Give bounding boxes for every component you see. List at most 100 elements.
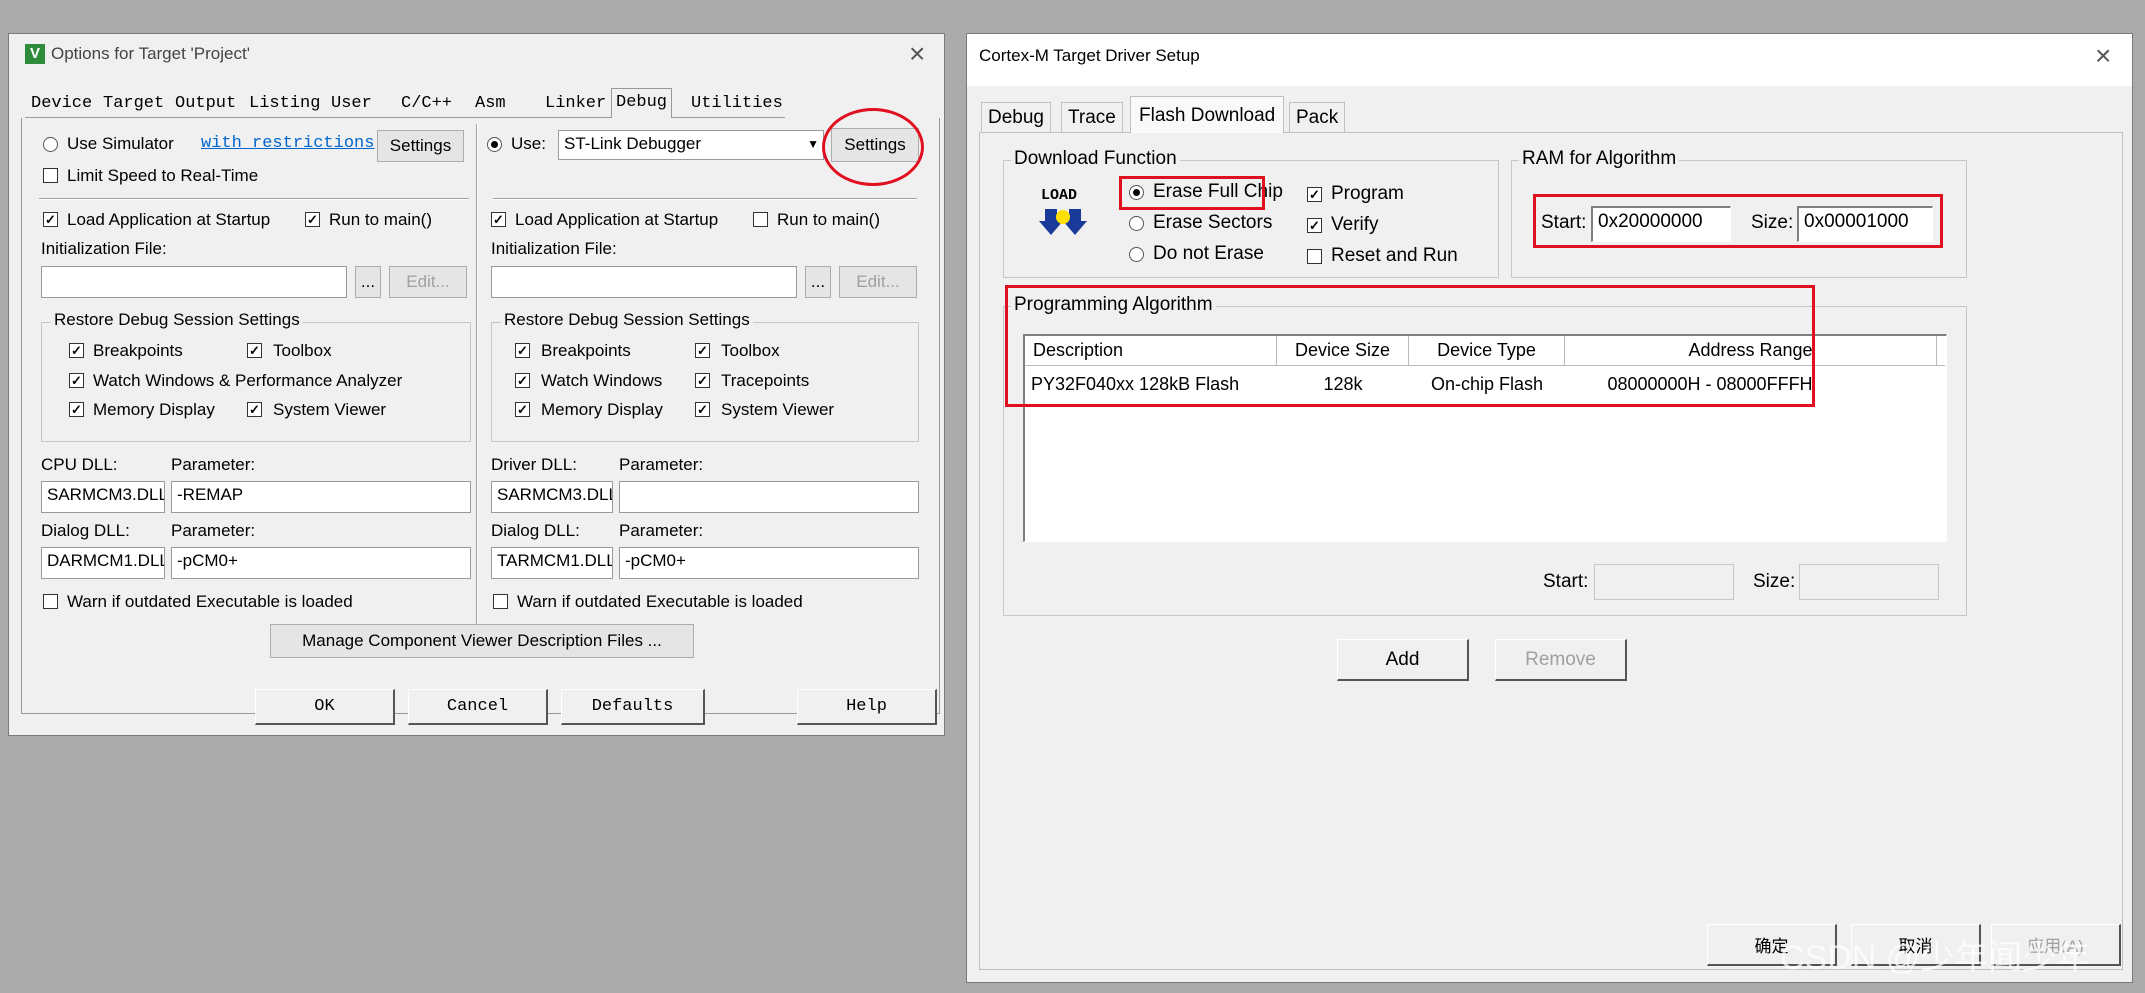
section-divider — [39, 198, 469, 200]
ok-button[interactable]: OK — [255, 689, 395, 725]
sim-load-app-checkbox[interactable]: ✓ — [43, 212, 58, 227]
erase-full-chip-highlight — [1119, 176, 1265, 210]
driver-param-input[interactable] — [619, 481, 919, 513]
sim-memory-label: Memory Display — [93, 400, 215, 419]
tgt-toolbox-checkbox[interactable]: ✓ — [695, 343, 710, 358]
tab-flash-download[interactable]: Flash Download — [1130, 96, 1285, 133]
simulator-settings-button[interactable]: Settings — [377, 130, 464, 162]
driver-dll-label: Driver DLL: — [491, 455, 577, 474]
tgt-edit-button: Edit... — [839, 266, 917, 298]
sim-init-file-input[interactable] — [41, 266, 347, 298]
settings-highlight-circle — [822, 108, 924, 186]
keil-logo-icon: V — [25, 44, 45, 64]
driver-dll-input[interactable]: SARMCM3.DLL — [491, 481, 613, 513]
tgt-browse-button[interactable]: ... — [805, 266, 831, 298]
sim-init-file-label: Initialization File: — [41, 239, 167, 258]
ram-highlight — [1533, 194, 1943, 248]
verify-label: Verify — [1331, 214, 1379, 235]
close-icon[interactable]: × — [909, 38, 925, 70]
tab-asm[interactable]: Asm — [471, 94, 510, 113]
tgt-breakpoints-label: Breakpoints — [541, 341, 631, 360]
tgt-warn-checkbox[interactable] — [493, 594, 508, 609]
sim-dialog-dll-label: Dialog DLL: — [41, 521, 130, 540]
tab-user[interactable]: User — [327, 94, 376, 113]
tab-linker[interactable]: Linker — [541, 94, 610, 113]
program-label: Program — [1331, 183, 1404, 204]
sim-breakpoints-checkbox[interactable]: ✓ — [69, 343, 84, 358]
tab-output[interactable]: Output — [171, 94, 240, 113]
tab-pack[interactable]: Pack — [1289, 102, 1346, 132]
cpu-param-input[interactable]: -REMAP — [171, 481, 471, 513]
close-icon[interactable]: × — [2095, 40, 2111, 72]
csdn-watermark: CSDN @少年闻少年 — [1780, 939, 2091, 977]
limit-speed-checkbox[interactable] — [43, 168, 58, 183]
sim-sysviewer-checkbox[interactable]: ✓ — [247, 402, 262, 417]
algo-size-label: Size: — [1753, 571, 1796, 592]
defaults-button[interactable]: Defaults — [561, 689, 705, 725]
program-checkbox[interactable]: ✓ — [1307, 187, 1322, 202]
use-target-radio[interactable] — [487, 137, 502, 152]
debugger-select[interactable]: ST-Link Debugger ▼ — [558, 130, 824, 160]
tgt-dialog-dll-label: Dialog DLL: — [491, 521, 580, 540]
sim-breakpoints-label: Breakpoints — [93, 341, 183, 360]
tab-device[interactable]: Device — [27, 94, 96, 113]
reset-run-checkbox[interactable] — [1307, 249, 1322, 264]
tgt-dialog-param-label: Parameter: — [619, 521, 704, 540]
tab-debug[interactable]: Debug — [611, 88, 673, 118]
options-for-target-dialog: V Options for Target 'Project' × Device … — [8, 33, 945, 736]
erase-sectors-label: Erase Sectors — [1153, 212, 1273, 233]
cpu-dll-input[interactable]: SARMCM3.DLL — [41, 481, 165, 513]
sim-dialog-dll-input[interactable]: DARMCM1.DLL — [41, 547, 165, 579]
tab-utilities[interactable]: Utilities — [687, 94, 787, 113]
tgt-init-file-input[interactable] — [491, 266, 797, 298]
cancel-button[interactable]: Cancel — [408, 689, 548, 725]
tgt-memory-checkbox[interactable]: ✓ — [515, 402, 530, 417]
sim-restore-title: Restore Debug Session Settings — [51, 310, 303, 330]
sim-browse-button[interactable]: ... — [355, 266, 381, 298]
tgt-tracepoints-label: Tracepoints — [721, 371, 810, 390]
verify-checkbox[interactable]: ✓ — [1307, 218, 1322, 233]
algo-start-input — [1594, 564, 1734, 600]
tgt-sysviewer-checkbox[interactable]: ✓ — [695, 402, 710, 417]
sim-dialog-param-input[interactable]: -pCM0+ — [171, 547, 471, 579]
tgt-memory-label: Memory Display — [541, 400, 663, 419]
cpu-dll-label: CPU DLL: — [41, 455, 118, 474]
limit-speed-label: Limit Speed to Real-Time — [67, 166, 259, 185]
use-simulator-label: Use Simulator — [67, 134, 174, 153]
manage-component-viewer-button[interactable]: Manage Component Viewer Description File… — [270, 624, 694, 658]
tab-target[interactable]: Target — [99, 94, 168, 113]
algo-size-input — [1799, 564, 1939, 600]
sim-watch-checkbox[interactable]: ✓ — [69, 373, 84, 388]
tab-listing[interactable]: Listing — [245, 94, 324, 113]
sim-toolbox-checkbox[interactable]: ✓ — [247, 343, 262, 358]
sim-warn-label: Warn if outdated Executable is loaded — [67, 592, 353, 611]
tgt-init-file-label: Initialization File: — [491, 239, 617, 258]
tgt-breakpoints-checkbox[interactable]: ✓ — [515, 343, 530, 358]
tgt-dialog-dll-input[interactable]: TARMCM1.DLL — [491, 547, 613, 579]
erase-sectors-radio[interactable] — [1129, 216, 1144, 231]
help-button[interactable]: Help — [797, 689, 937, 725]
tgt-watch-checkbox[interactable]: ✓ — [515, 373, 530, 388]
tab-trace[interactable]: Trace — [1061, 102, 1123, 132]
sim-run-to-main-checkbox[interactable]: ✓ — [305, 212, 320, 227]
tgt-sysviewer-label: System Viewer — [721, 400, 835, 419]
debugger-select-value: ST-Link Debugger — [564, 134, 702, 153]
tgt-load-app-checkbox[interactable]: ✓ — [491, 212, 506, 227]
reset-run-label: Reset and Run — [1331, 245, 1458, 266]
do-not-erase-radio[interactable] — [1129, 247, 1144, 262]
tab-debug[interactable]: Debug — [981, 102, 1051, 132]
sim-warn-checkbox[interactable] — [43, 594, 58, 609]
ram-algorithm-title: RAM for Algorithm — [1519, 148, 1680, 170]
tgt-tracepoints-checkbox[interactable]: ✓ — [695, 373, 710, 388]
tab-cpp[interactable]: C/C++ — [397, 94, 456, 113]
tgt-dialog-param-input[interactable]: -pCM0+ — [619, 547, 919, 579]
algo-start-label: Start: — [1543, 571, 1589, 592]
use-simulator-radio[interactable] — [43, 137, 58, 152]
with-restrictions-link[interactable]: with restrictions — [201, 134, 374, 153]
window-title: Options for Target 'Project' — [51, 44, 250, 63]
add-button[interactable]: Add — [1337, 639, 1469, 681]
download-function-title: Download Function — [1011, 148, 1180, 170]
tgt-run-to-main-checkbox[interactable] — [753, 212, 768, 227]
sim-sysviewer-label: System Viewer — [273, 400, 387, 419]
sim-memory-checkbox[interactable]: ✓ — [69, 402, 84, 417]
